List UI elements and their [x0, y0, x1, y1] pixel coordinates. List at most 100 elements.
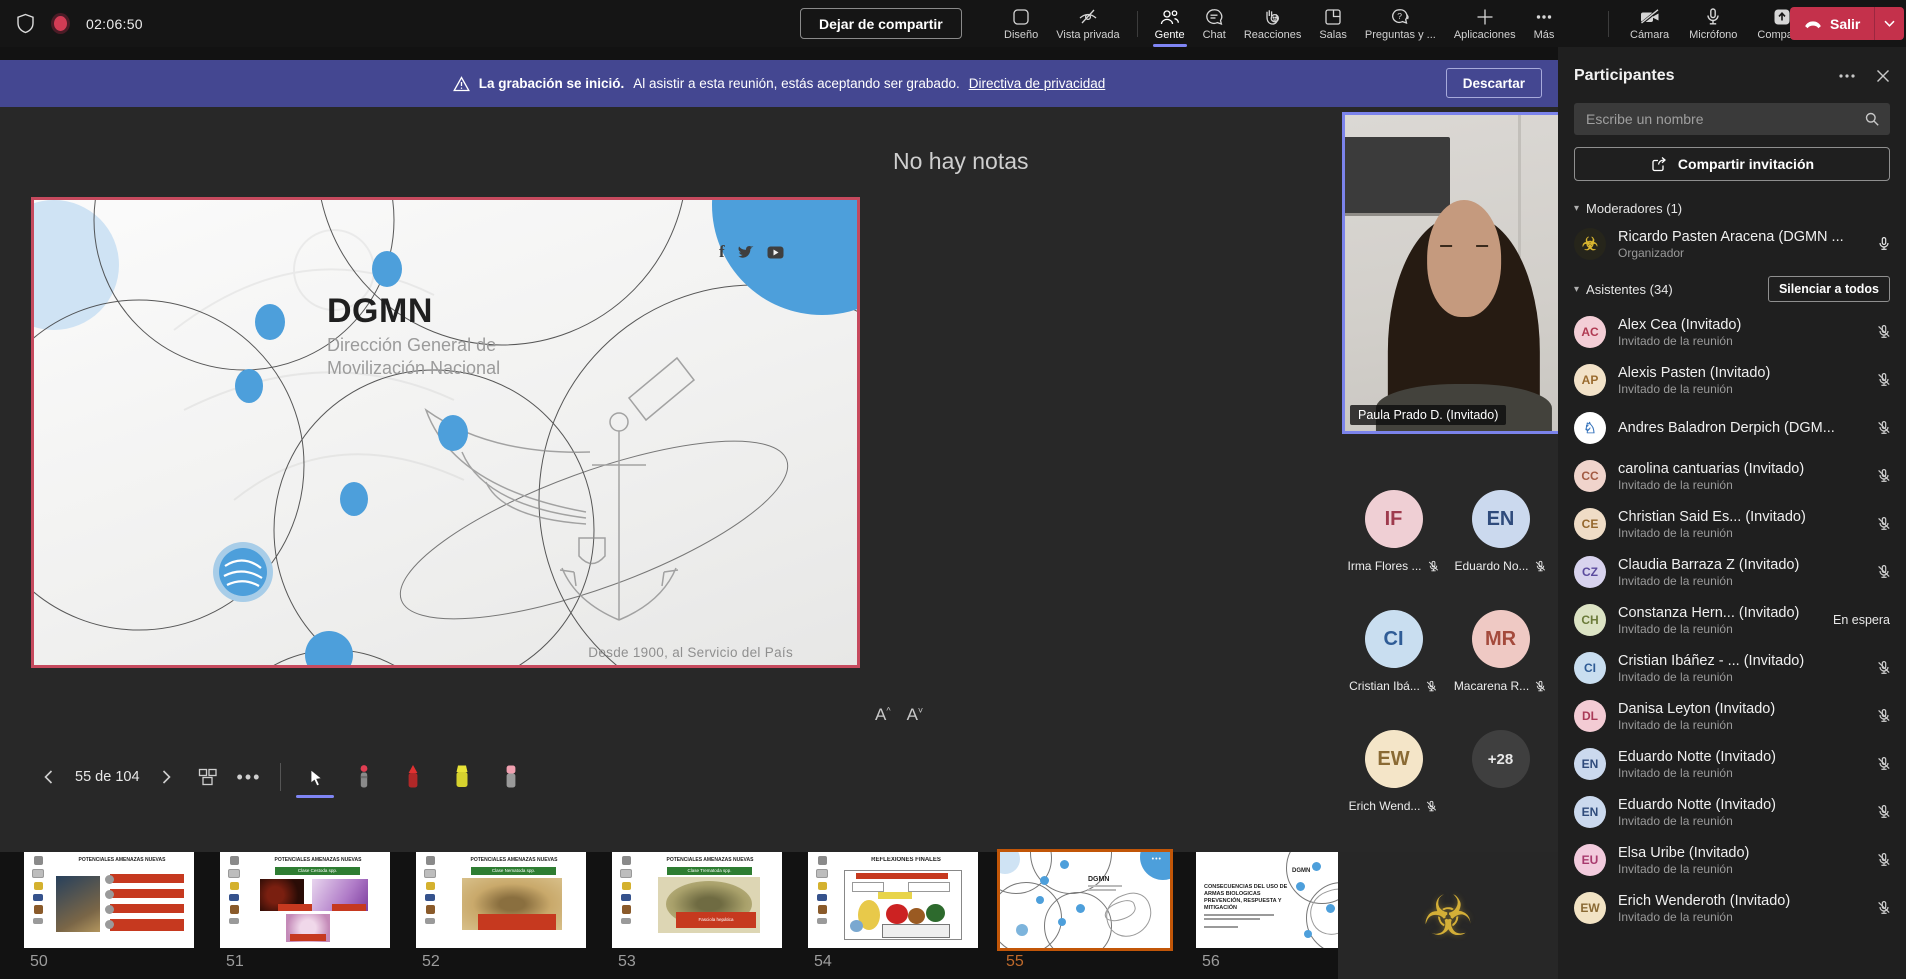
- moderator-row[interactable]: ☣ Ricardo Pasten Aracena (DGMN ... Organ…: [1558, 220, 1906, 268]
- svg-text:?: ?: [1397, 10, 1402, 20]
- mic-muted-icon: [1534, 560, 1547, 573]
- participant-tile[interactable]: CI Cristian Ibá...: [1342, 610, 1446, 714]
- participant-name: Christian Said Es... (Invitado): [1618, 509, 1868, 525]
- slide-thumbnail-current[interactable]: ••• DGMN: [1000, 852, 1170, 948]
- toolbar-item-camera[interactable]: Cámara: [1621, 0, 1678, 47]
- slide-thumbnail[interactable]: POTENCIALES AMENAZAS NUEVAS Clase Tremat…: [612, 852, 782, 948]
- participant-name-label: Cristian Ibá...: [1349, 679, 1420, 693]
- slide-thumbnail[interactable]: POTENCIALES AMENAZAS NUEVAS Clase Cestod…: [220, 852, 390, 948]
- avatar: CZ: [1574, 556, 1606, 588]
- participant-row[interactable]: EN Eduardo Notte (Invitado) Invitado de …: [1558, 788, 1906, 836]
- participant-tile[interactable]: MR Macarena R...: [1449, 610, 1553, 714]
- toolbar-item-private-view[interactable]: Vista privada: [1047, 0, 1128, 47]
- toolbar-item-more[interactable]: Más: [1525, 0, 1564, 47]
- participant-tile[interactable]: IF Irma Flores ...: [1342, 490, 1446, 594]
- avatar: AP: [1574, 364, 1606, 396]
- pen-tool-button[interactable]: [398, 760, 428, 794]
- participant-row[interactable]: AP Alexis Pasten (Invitado) Invitado de …: [1558, 356, 1906, 404]
- mic-muted-icon[interactable]: [1876, 708, 1892, 724]
- mic-muted-icon: [1425, 680, 1438, 693]
- participant-subtitle: Invitado de la reunión: [1618, 478, 1868, 492]
- more-slide-options-button[interactable]: •••: [237, 767, 262, 788]
- participant-row[interactable]: EU Elsa Uribe (Invitado) Invitado de la …: [1558, 836, 1906, 884]
- pointer-tool-button[interactable]: [300, 760, 330, 794]
- mute-all-button[interactable]: Silenciar a todos: [1768, 276, 1890, 302]
- mic-muted-icon[interactable]: [1876, 324, 1892, 340]
- avatar: CI: [1574, 652, 1606, 684]
- font-decrease-button[interactable]: A˅: [907, 705, 924, 725]
- participant-row[interactable]: CZ Claudia Barraza Z (Invitado) Invitado…: [1558, 548, 1906, 596]
- thumbnail-number: 54: [814, 953, 832, 971]
- participant-name-label: Irma Flores ...: [1347, 559, 1421, 573]
- people-icon: [1159, 7, 1180, 27]
- warning-icon: [453, 76, 470, 92]
- participant-subtitle: Invitado de la reunión: [1618, 862, 1868, 876]
- current-slide: f DGMN Dirección General de Movilización…: [31, 197, 860, 668]
- slide-controls-bar: 55 de 104 •••: [42, 755, 526, 799]
- toolbar-item-chat[interactable]: Chat: [1194, 0, 1235, 47]
- participants-panel: Participantes Compartir invitación ▾Mode…: [1558, 47, 1906, 979]
- participant-row[interactable]: CH Constanza Hern... (Invitado) Invitado…: [1558, 596, 1906, 644]
- eraser-tool-button[interactable]: [496, 760, 526, 794]
- participant-row[interactable]: CC carolina cantuarias (Invitado) Invita…: [1558, 452, 1906, 500]
- next-slide-button[interactable]: [159, 769, 173, 785]
- dismiss-button[interactable]: Descartar: [1446, 68, 1542, 98]
- slide-grid-view-button[interactable]: [198, 768, 218, 786]
- plus-icon: [1475, 7, 1495, 27]
- mic-muted-icon[interactable]: [1876, 804, 1892, 820]
- toolbar-item-rooms[interactable]: Salas: [1310, 0, 1356, 47]
- slide-thumbnail-biohazard[interactable]: ☣: [1338, 852, 1558, 979]
- search-icon[interactable]: [1864, 111, 1880, 127]
- search-input[interactable]: [1584, 110, 1864, 128]
- slide-thumbnail[interactable]: POTENCIALES AMENAZAS NUEVAS Clase Nemato…: [416, 852, 586, 948]
- privacy-policy-link[interactable]: Directiva de privacidad: [969, 76, 1106, 91]
- mic-muted-icon[interactable]: [1876, 660, 1892, 676]
- participant-row[interactable]: EN Eduardo Notte (Invitado) Invitado de …: [1558, 740, 1906, 788]
- moderators-section-header[interactable]: ▾Moderadores (1): [1574, 201, 1890, 216]
- share-invitation-button[interactable]: Compartir invitación: [1574, 147, 1890, 181]
- mic-muted-icon[interactable]: [1876, 468, 1892, 484]
- toolbar-item-reactions[interactable]: Reacciones: [1235, 0, 1310, 47]
- mic-muted-icon[interactable]: [1876, 900, 1892, 916]
- participant-tile[interactable]: EW Erich Wend...: [1342, 730, 1446, 834]
- participant-row[interactable]: DL Danisa Leyton (Invitado) Invitado de …: [1558, 692, 1906, 740]
- toolbar-item-people[interactable]: Gente: [1146, 0, 1194, 47]
- leave-options-chevron[interactable]: [1875, 7, 1904, 40]
- participant-video-tile[interactable]: Paula Prado D. (Invitado): [1342, 112, 1586, 434]
- slide-thumbnail[interactable]: POTENCIALES AMENAZAS NUEVAS: [24, 852, 194, 948]
- participant-row[interactable]: CI Cristian Ibáñez - ... (Invitado) Invi…: [1558, 644, 1906, 692]
- participant-row[interactable]: AC Alex Cea (Invitado) Invitado de la re…: [1558, 308, 1906, 356]
- participant-row[interactable]: EW Erich Wenderoth (Invitado) Invitado d…: [1558, 884, 1906, 932]
- panel-more-options-button[interactable]: [1838, 73, 1856, 79]
- mic-muted-icon[interactable]: [1876, 756, 1892, 772]
- previous-slide-button[interactable]: [42, 769, 56, 785]
- mic-muted-icon[interactable]: [1876, 852, 1892, 868]
- font-increase-button[interactable]: A^: [875, 705, 891, 725]
- laser-pointer-button[interactable]: [349, 760, 379, 794]
- toolbar-item-apps[interactable]: Aplicaciones: [1445, 0, 1525, 47]
- stop-sharing-button[interactable]: Dejar de compartir: [800, 8, 962, 39]
- raised-hand-icon: [1262, 7, 1283, 27]
- participant-row[interactable]: ♘ Andres Baladron Derpich (DGM...: [1558, 404, 1906, 452]
- mic-on-icon[interactable]: [1876, 236, 1892, 252]
- highlighter-tool-button[interactable]: [447, 760, 477, 794]
- participant-row[interactable]: CE Christian Said Es... (Invitado) Invit…: [1558, 500, 1906, 548]
- leave-button[interactable]: Salir: [1790, 7, 1904, 40]
- mic-muted-icon[interactable]: [1876, 564, 1892, 580]
- slide-thumbnail[interactable]: REFLEXIONES FINALES: [808, 852, 978, 948]
- mic-muted-icon[interactable]: [1876, 516, 1892, 532]
- shield-icon: [16, 13, 35, 34]
- mic-muted-icon[interactable]: [1876, 420, 1892, 436]
- toolbar-item-microphone[interactable]: Micrófono: [1680, 0, 1746, 47]
- participant-tile[interactable]: +28: [1449, 730, 1553, 834]
- participant-tile[interactable]: EN Eduardo No...: [1449, 490, 1553, 594]
- avatar: EN: [1574, 796, 1606, 828]
- panel-title: Participantes: [1574, 67, 1838, 85]
- toolbar-item-questions[interactable]: ? Preguntas y ...: [1356, 0, 1445, 47]
- toolbar-item-design[interactable]: Diseño: [995, 0, 1047, 47]
- panel-close-button[interactable]: [1876, 69, 1890, 83]
- question-bubble-icon: ?: [1390, 7, 1411, 27]
- mic-muted-icon[interactable]: [1876, 372, 1892, 388]
- thumbnail-number: 52: [422, 953, 440, 971]
- attendees-section-header[interactable]: ▾Asistentes (34): [1574, 282, 1768, 297]
